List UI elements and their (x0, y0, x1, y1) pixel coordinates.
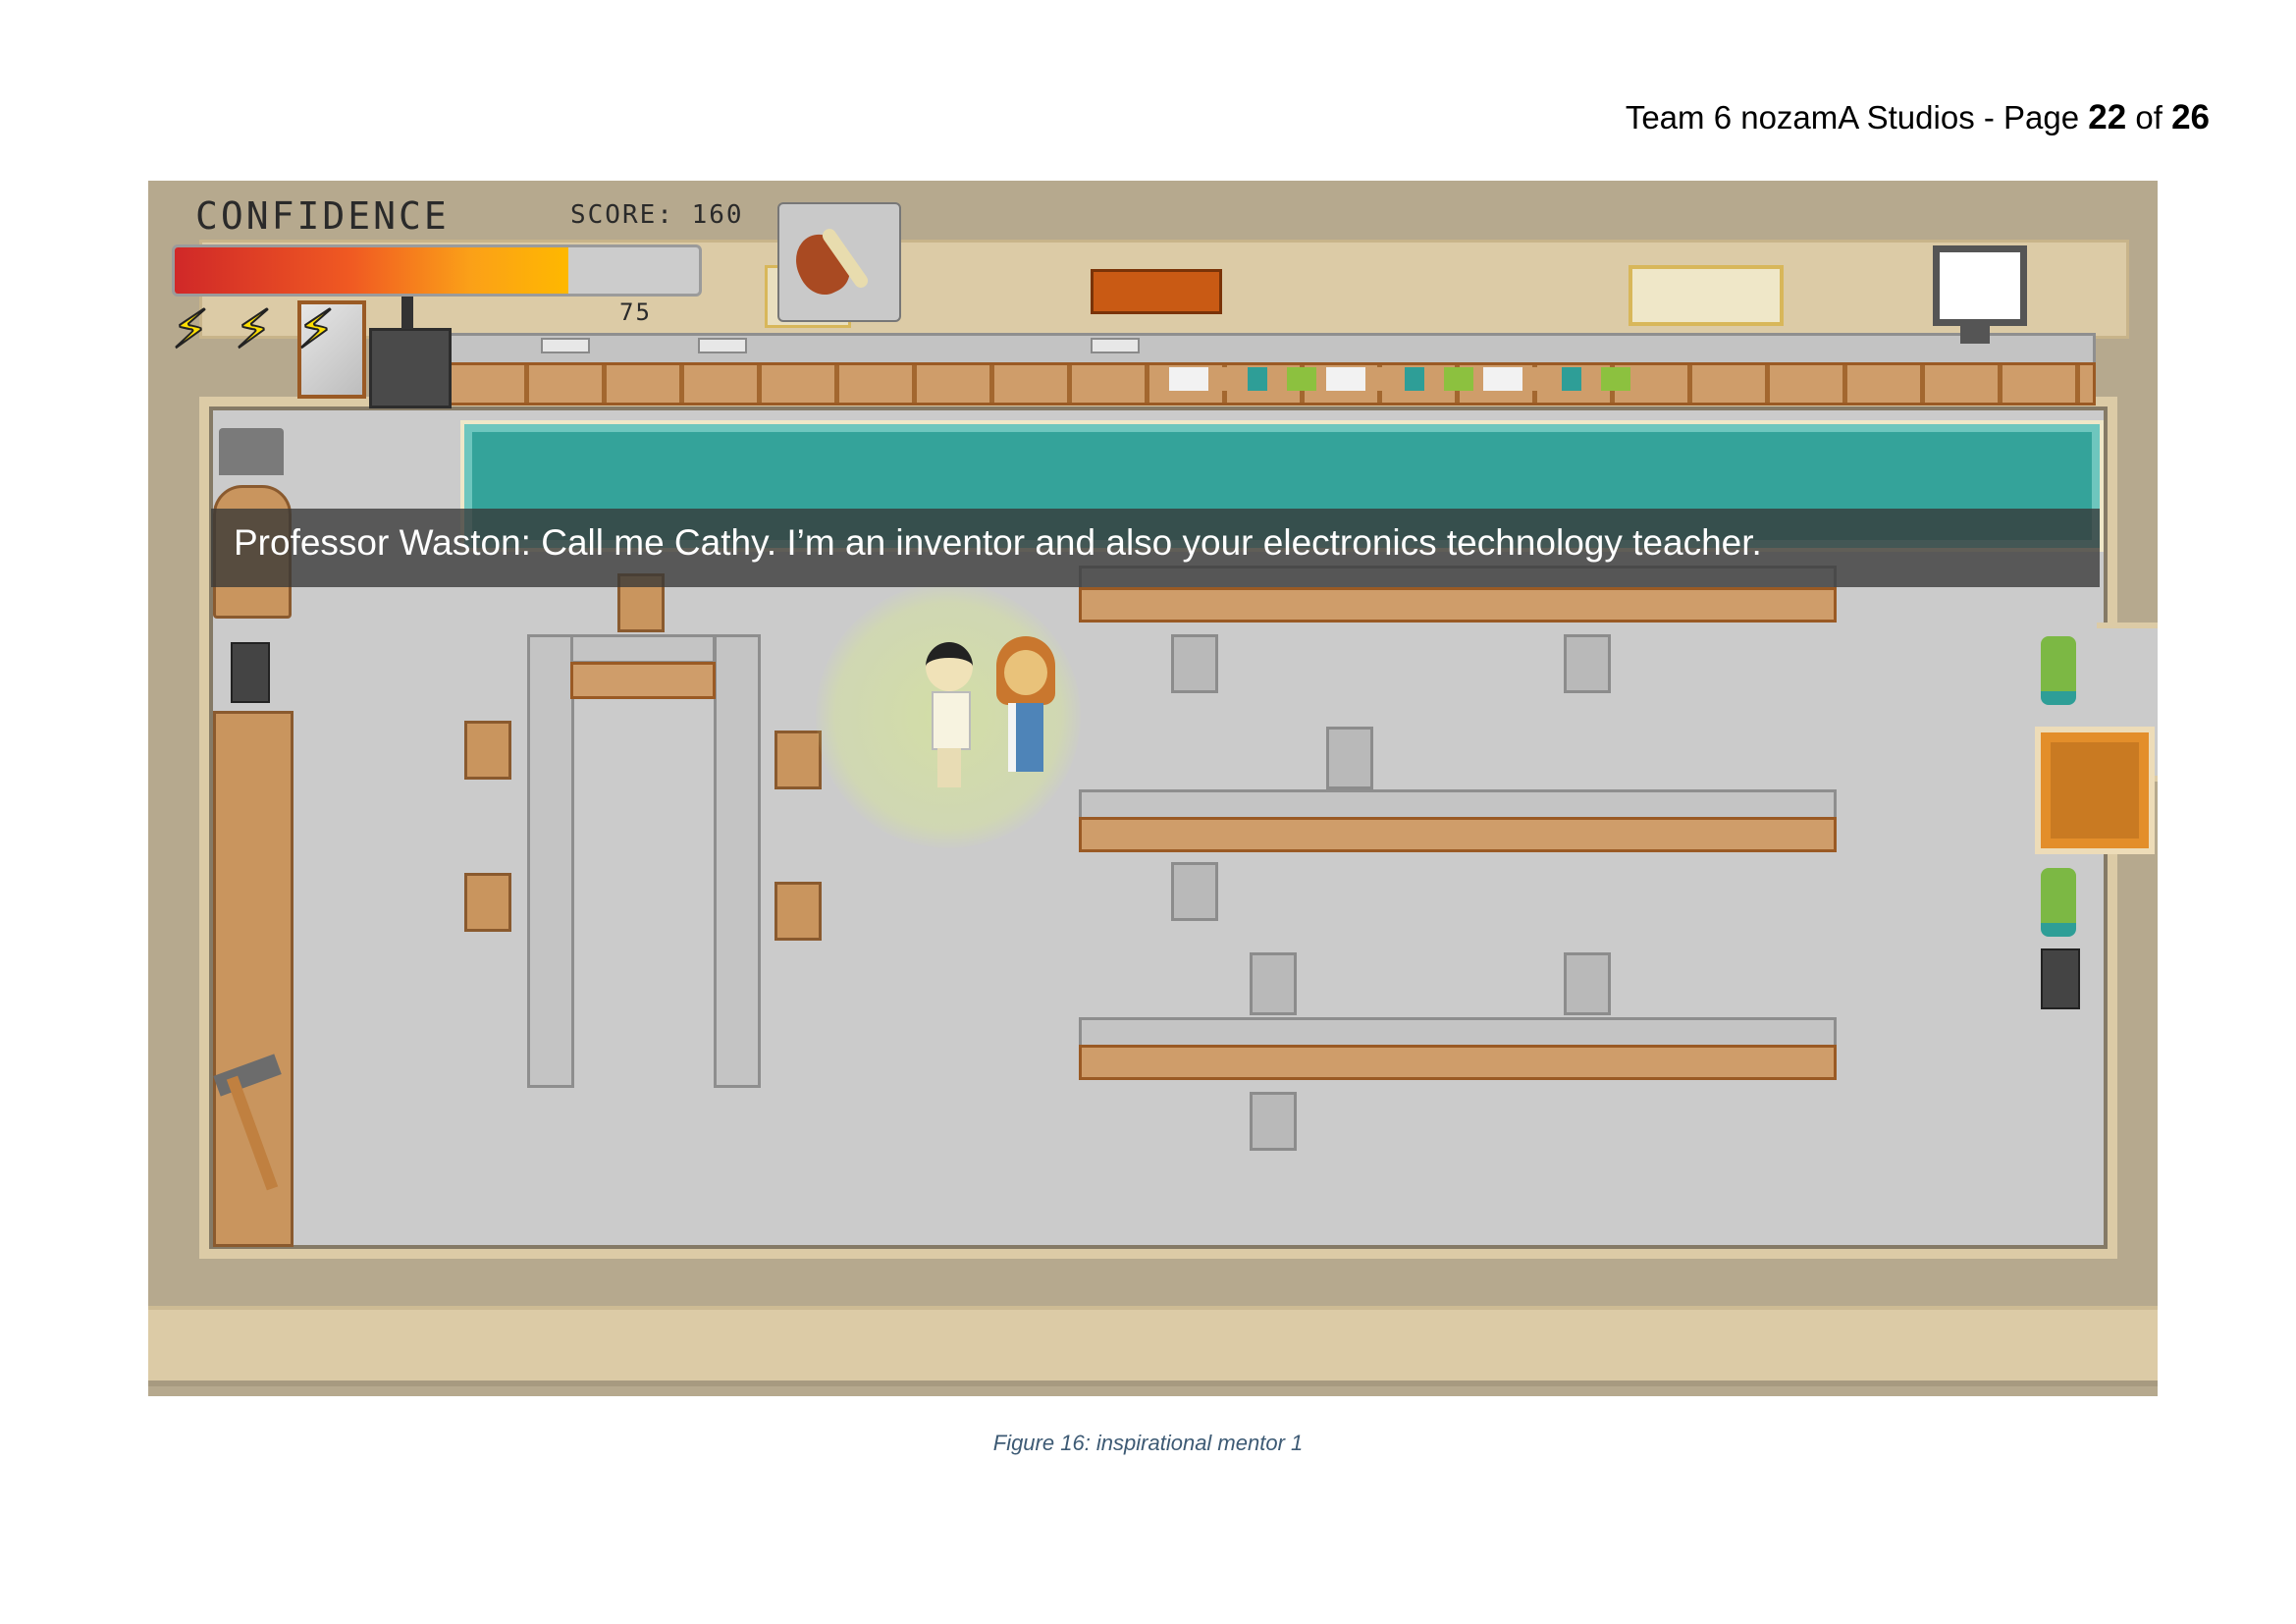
chair-grey-4 (1171, 862, 1218, 921)
dialog-box[interactable]: Professor Waston: Call me Cathy. I’m an … (211, 509, 2100, 587)
header-of: of (2126, 99, 2172, 135)
lightning-bolt-icon: ⚡ (171, 298, 210, 360)
stove (369, 328, 452, 408)
computer-stand (1960, 324, 1990, 344)
chair-grey-3 (1326, 727, 1373, 789)
orange-door-mat (2035, 727, 2155, 854)
held-item-slot[interactable] (777, 202, 901, 322)
page-header: Team 6 nozamA Studios - Page 22 of 26 (1626, 98, 2210, 137)
lightning-bolt-icon: ⚡ (234, 298, 273, 360)
wall-map-frame (1629, 265, 1784, 326)
game-screenshot: CONFIDENCE SCORE: 160 75 ⚡ ⚡ ⚡ Professor… (148, 181, 2158, 1396)
player-body (932, 691, 971, 750)
long-desk-1-front (1079, 587, 1837, 623)
room-outer-wall-bottom (148, 1306, 2158, 1386)
chair-grey-2 (1564, 634, 1611, 693)
trash-bin-left (231, 642, 270, 703)
faucet-1 (541, 338, 590, 353)
plant-icon (2041, 636, 2076, 705)
player-legs (937, 748, 961, 787)
computer-monitor (1933, 245, 2027, 326)
professor-face (1004, 650, 1047, 695)
player-character[interactable] (924, 642, 975, 789)
counter-supplies (1169, 367, 1630, 391)
chair-wood-4 (774, 731, 822, 789)
professor-body (1008, 703, 1043, 772)
confidence-value: 75 (619, 298, 652, 326)
chair-grey-7 (1250, 1092, 1297, 1151)
header-page-current: 22 (2088, 98, 2127, 136)
figure-caption: Figure 16: inspirational mentor 1 (992, 1431, 1304, 1455)
long-desk-3-front (1079, 1045, 1837, 1080)
wall-sign (1091, 269, 1222, 314)
anvil-icon (219, 428, 284, 475)
header-page-total: 26 (2171, 98, 2210, 136)
confidence-bar (172, 244, 702, 297)
desk-left-top (570, 634, 716, 664)
chair-grey-5 (1250, 952, 1297, 1015)
confidence-label: CONFIDENCE (195, 194, 450, 238)
plant-icon-2 (2041, 868, 2076, 937)
lightning-bolt-icon: ⚡ (296, 298, 336, 360)
faucet-3 (1091, 338, 1140, 353)
trash-bin-right (2041, 948, 2080, 1009)
chair-grey-6 (1564, 952, 1611, 1015)
faucet-2 (698, 338, 747, 353)
confidence-bar-fill (175, 247, 568, 294)
desk-left-column-a (527, 634, 574, 1088)
left-workbench (213, 711, 294, 1247)
chair-grey-1 (1171, 634, 1218, 693)
desk-left-column-b (714, 634, 761, 1088)
professor-waston-character[interactable] (996, 636, 1055, 784)
stove-pipe (401, 294, 413, 329)
chair-wood-2 (464, 721, 511, 780)
header-team: Team 6 nozamA Studios - Page (1625, 99, 2089, 135)
dialog-text: Professor Waston: Call me Cathy. I’m an … (234, 522, 1762, 563)
score-label: SCORE: 160 (570, 200, 744, 230)
chair-wood-5 (774, 882, 822, 941)
long-desk-2-front (1079, 817, 1837, 852)
desk-left-top-cabinet (570, 662, 716, 699)
chair-wood-3 (464, 873, 511, 932)
player-head (926, 642, 973, 691)
